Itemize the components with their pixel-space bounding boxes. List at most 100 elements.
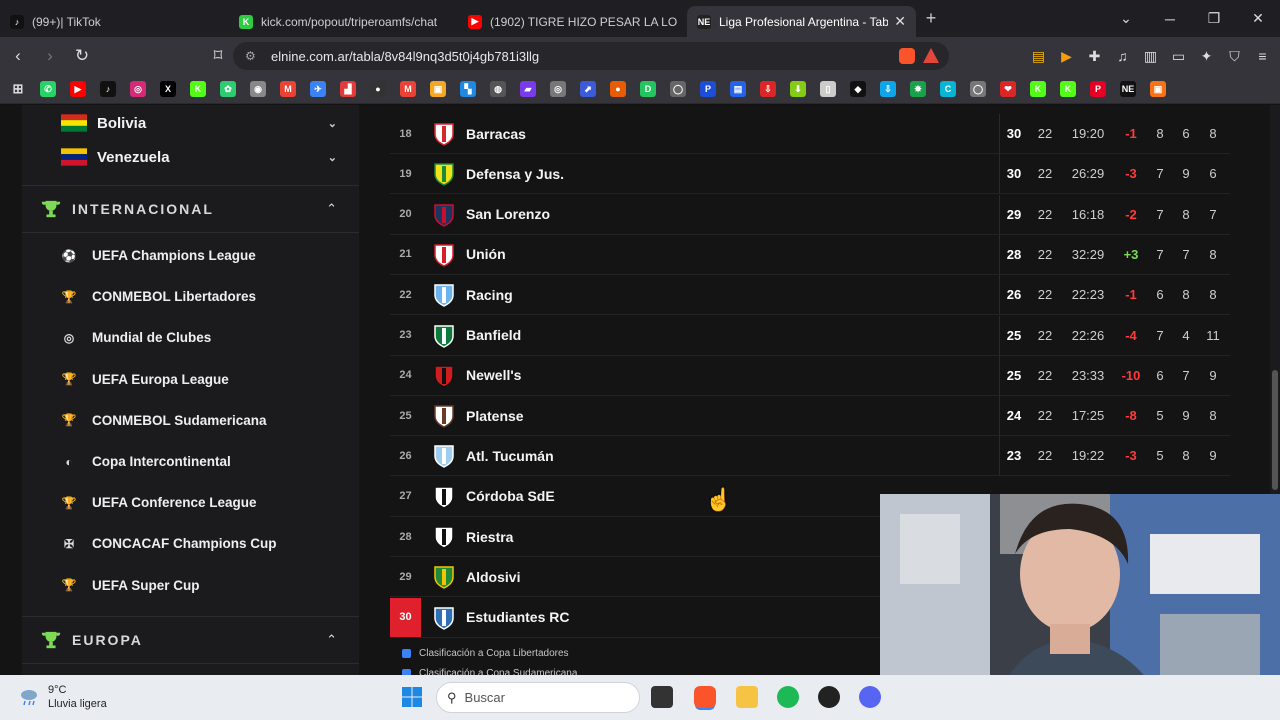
reload-button[interactable]: ↻ xyxy=(68,46,96,66)
play-extension-icon[interactable]: ▶ xyxy=(1057,47,1076,66)
tiktok-bookmark-icon[interactable]: ♪ xyxy=(100,81,116,97)
app-bookmark-icon[interactable]: ▰ xyxy=(520,81,536,97)
kick-bookmark-icon[interactable]: K xyxy=(190,81,206,97)
vpn-icon[interactable]: ⛉ xyxy=(1225,47,1244,66)
paypal-bookmark-icon[interactable]: P xyxy=(700,81,716,97)
download-bookmark-icon[interactable]: ⇩ xyxy=(880,81,896,97)
brave-rewards-icon[interactable] xyxy=(923,48,939,63)
table-row[interactable]: 23 Banfield 25 22 22:26 -4 7 4 11 xyxy=(390,315,1230,356)
team-name[interactable]: Aldosivi xyxy=(466,557,520,596)
site-settings-icon[interactable]: ⚙ xyxy=(245,49,261,63)
file-explorer-icon[interactable] xyxy=(736,686,758,708)
table-row[interactable]: 19 Defensa y Jus. 30 22 26:29 -3 7 9 6 xyxy=(390,154,1230,195)
app-bookmark-icon[interactable]: ◆ xyxy=(850,81,866,97)
app-bookmark-icon[interactable]: D xyxy=(640,81,656,97)
doc-bookmark-icon[interactable]: ▤ xyxy=(730,81,746,97)
pinterest-bookmark-icon[interactable]: P xyxy=(1090,81,1106,97)
competition-item[interactable]: 🏆 CONMEBOL Libertadores xyxy=(58,276,257,317)
app-bookmark-icon[interactable]: ✈ xyxy=(310,81,326,97)
youtube-bookmark-icon[interactable]: ▶ xyxy=(70,81,86,97)
gmail-bookmark-icon[interactable]: M xyxy=(280,81,296,97)
chevron-up-icon[interactable]: ⌃ xyxy=(326,632,337,648)
download-bookmark-icon[interactable]: ⇩ xyxy=(760,81,776,97)
browser-tab[interactable]: Kkick.com/popout/triperoamfs/chat xyxy=(229,6,458,37)
close-window-button[interactable]: ✕ xyxy=(1236,10,1280,27)
browser-tab[interactable]: ▶ (1902) TIGRE HIZO PESAR LA LOCALÍ xyxy=(458,6,687,37)
brave-shields-icon[interactable] xyxy=(899,48,915,64)
close-tab-icon[interactable]: ✕ xyxy=(894,13,906,30)
table-row[interactable]: 18 Barracas 30 22 19:20 -1 8 6 8 xyxy=(390,114,1230,154)
download-bookmark-icon[interactable]: ⬇ xyxy=(790,81,806,97)
competition-item[interactable]: 🏆 UEFA Conference League xyxy=(58,482,257,523)
chevron-down-icon[interactable]: ⌄ xyxy=(328,151,337,164)
competition-item[interactable]: 🏆 UEFA Europa League xyxy=(58,359,229,400)
spotify-icon[interactable] xyxy=(777,686,799,708)
team-name[interactable]: Córdoba SdE xyxy=(466,477,555,516)
app-bookmark-icon[interactable]: ◎ xyxy=(550,81,566,97)
table-row[interactable]: 24 Newell's 25 22 23:33 -10 6 7 9 xyxy=(390,355,1230,396)
table-row[interactable]: 22 Racing 26 22 22:23 -1 6 8 8 xyxy=(390,275,1230,316)
team-name[interactable]: Estudiantes RC xyxy=(466,598,569,637)
team-name[interactable]: Riestra xyxy=(466,517,513,556)
competition-item[interactable]: 🏆 CONMEBOL Sudamericana xyxy=(58,400,267,441)
competition-item[interactable]: ✠ CONCACAF Champions Cup xyxy=(58,523,277,564)
app-bookmark-icon[interactable]: ● xyxy=(610,81,626,97)
brave-taskbar-icon[interactable] xyxy=(694,686,716,708)
app-bookmark-icon[interactable]: ◍ xyxy=(490,81,506,97)
tab-search-chevron-icon[interactable]: ⌄ xyxy=(1104,10,1148,27)
globe-bookmark-icon[interactable]: ◯ xyxy=(970,81,986,97)
app-bookmark-icon[interactable]: ✸ xyxy=(910,81,926,97)
competition-item[interactable]: ⚽ UEFA Champions League xyxy=(58,235,256,276)
apps-grid-icon[interactable]: ⊞ xyxy=(10,81,26,97)
x-bookmark-icon[interactable]: X xyxy=(160,81,176,97)
gmail-bookmark-icon[interactable]: M xyxy=(400,81,416,97)
address-bar[interactable]: ⚙ elnine.com.ar/tabla/8v84l9nq3d5t0j4gb7… xyxy=(233,42,949,70)
chart-bookmark-icon[interactable]: ▟ xyxy=(340,81,356,97)
leo-ai-icon[interactable]: ✦ xyxy=(1197,47,1216,66)
restore-button[interactable]: ❐ xyxy=(1192,10,1236,27)
puzzle-icon[interactable]: ✚ xyxy=(1085,47,1104,66)
globe-bookmark-icon[interactable]: ◯ xyxy=(670,81,686,97)
taskbar-search[interactable]: ⚲ Buscar xyxy=(436,682,640,713)
sidebar-icon[interactable]: ▥ xyxy=(1141,47,1160,66)
app-bookmark-icon[interactable]: ❤ xyxy=(1000,81,1016,97)
minimize-button[interactable]: ─ xyxy=(1148,11,1192,27)
team-name[interactable]: San Lorenzo xyxy=(466,195,550,234)
app-bookmark-icon[interactable]: ▣ xyxy=(1150,81,1166,97)
section-internacional[interactable]: INTERNACIONAL ⌃ xyxy=(22,185,359,233)
app-bookmark-icon[interactable]: ▚ xyxy=(460,81,476,97)
team-name[interactable]: Unión xyxy=(466,235,506,274)
team-name[interactable]: Barracas xyxy=(466,114,526,153)
team-name[interactable]: Newell's xyxy=(466,356,521,395)
table-row[interactable]: 26 Atl. Tucumán 23 22 19:22 -3 5 8 9 xyxy=(390,436,1230,477)
table-row[interactable]: 20 San Lorenzo 29 22 16:18 -2 7 8 7 xyxy=(390,194,1230,235)
app-bookmark-icon[interactable]: ✿ xyxy=(220,81,236,97)
table-row[interactable]: 21 Unión 28 22 32:29 +3 7 7 8 xyxy=(390,234,1230,275)
chevron-down-icon[interactable]: ⌄ xyxy=(328,117,337,130)
app-bookmark-icon[interactable]: ⬈ xyxy=(580,81,596,97)
wallet-icon[interactable]: ▭ xyxy=(1169,47,1188,66)
ne-bookmark-icon[interactable]: NE xyxy=(1120,81,1136,97)
competition-item[interactable]: ◎ Mundial de Clubes xyxy=(58,317,212,358)
task-view-icon[interactable] xyxy=(651,686,673,708)
discord-icon[interactable] xyxy=(859,686,881,708)
kick-bookmark-icon[interactable]: K xyxy=(1030,81,1046,97)
forward-button[interactable]: › xyxy=(36,46,64,66)
competition-item[interactable]: 🏆 UEFA Super Cup xyxy=(58,565,200,606)
music-icon[interactable]: ♫ xyxy=(1113,47,1132,66)
doc-bookmark-icon[interactable]: ▯ xyxy=(820,81,836,97)
country-item-bolivia[interactable]: Bolivia ⌄ xyxy=(22,105,359,141)
chevron-up-icon[interactable]: ⌃ xyxy=(326,201,337,217)
weather-widget[interactable]: 9°C Lluvia ligera xyxy=(18,683,107,711)
section-europa[interactable]: EUROPA ⌃ xyxy=(22,616,359,664)
whatsapp-bookmark-icon[interactable]: ✆ xyxy=(40,81,56,97)
competition-item[interactable]: ◐ Copa Intercontinental xyxy=(58,441,230,482)
instagram-bookmark-icon[interactable]: ◎ xyxy=(130,81,146,97)
table-row[interactable]: 25 Platense 24 22 17:25 -8 5 9 8 xyxy=(390,396,1230,437)
team-name[interactable]: Atl. Tucumán xyxy=(466,436,554,475)
scrollbar-thumb[interactable] xyxy=(1272,370,1278,490)
team-name[interactable]: Banfield xyxy=(466,316,521,355)
app-bookmark-icon[interactable]: C xyxy=(940,81,956,97)
windows-start-icon[interactable] xyxy=(401,686,423,708)
new-tab-icon[interactable]: + xyxy=(916,8,946,29)
